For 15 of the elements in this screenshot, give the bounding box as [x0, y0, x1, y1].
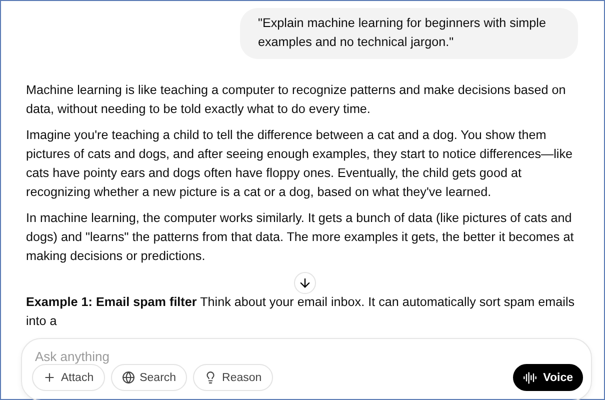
response-paragraph: In machine learning, the computer works similarly. It gets a bunch of data (like pictures of cats and dogs) and "learns" the patterns from that data. The more examples it gets, the better it becomes at making decisions or predictions. — [26, 210, 575, 265]
response-paragraph: Imagine you're teaching a child to tell the difference between a cat and a dog. You show them pictures of cats and dogs, and after seeing enough examples, they start to notice differences—like cats have pointy ears and dogs often have floppy ones. Eventually, the child gets good at recognizing whether a new picture is a cat or a dog, based on what they've learned. — [26, 127, 574, 201]
scroll-down-button[interactable] — [294, 272, 316, 294]
lightbulb-icon — [204, 371, 218, 384]
user-message: "Explain machine learning for beginners with simple examples and no technical jargon." — [240, 8, 578, 59]
tool-button[interactable]: Attach — [32, 364, 105, 391]
audio-wave-icon — [523, 370, 538, 384]
globe-icon — [122, 371, 135, 384]
voice-button[interactable]: Voice — [513, 364, 583, 391]
arrow-down-icon — [298, 276, 312, 290]
tool-button[interactable]: Reason — [193, 364, 273, 391]
response-paragraph: Machine learning is like teaching a computer to recognize patterns and make decisions based on data, without needing to be told exactly what to do every time. — [26, 82, 567, 118]
plus-icon — [43, 371, 56, 384]
response-paragraph: Example 1: Email spam filter Think about your email inbox. It can automatically sort spam emails into a — [26, 294, 576, 330]
tool-button[interactable]: Search — [110, 364, 188, 391]
